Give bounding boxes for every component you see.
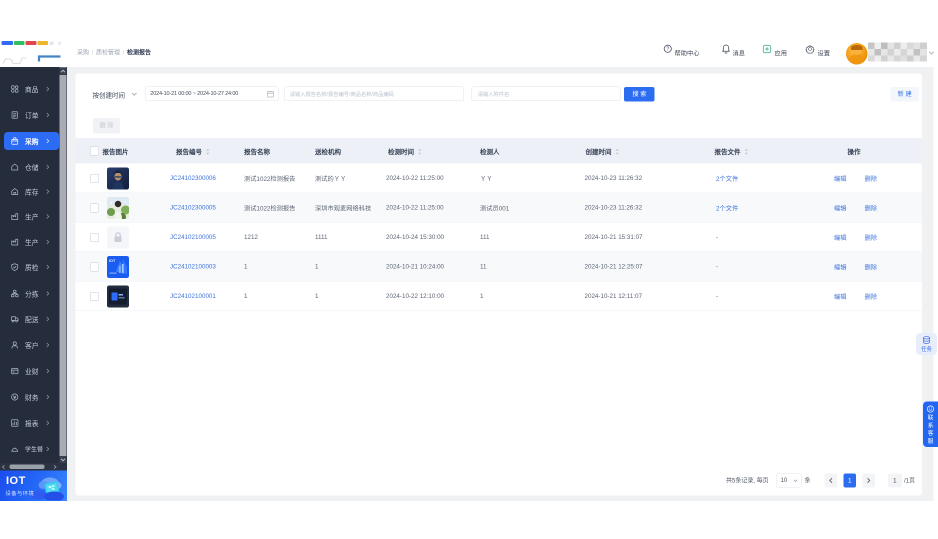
svg-text:IOT: IOT bbox=[109, 259, 116, 263]
svg-text:?: ? bbox=[666, 47, 669, 53]
